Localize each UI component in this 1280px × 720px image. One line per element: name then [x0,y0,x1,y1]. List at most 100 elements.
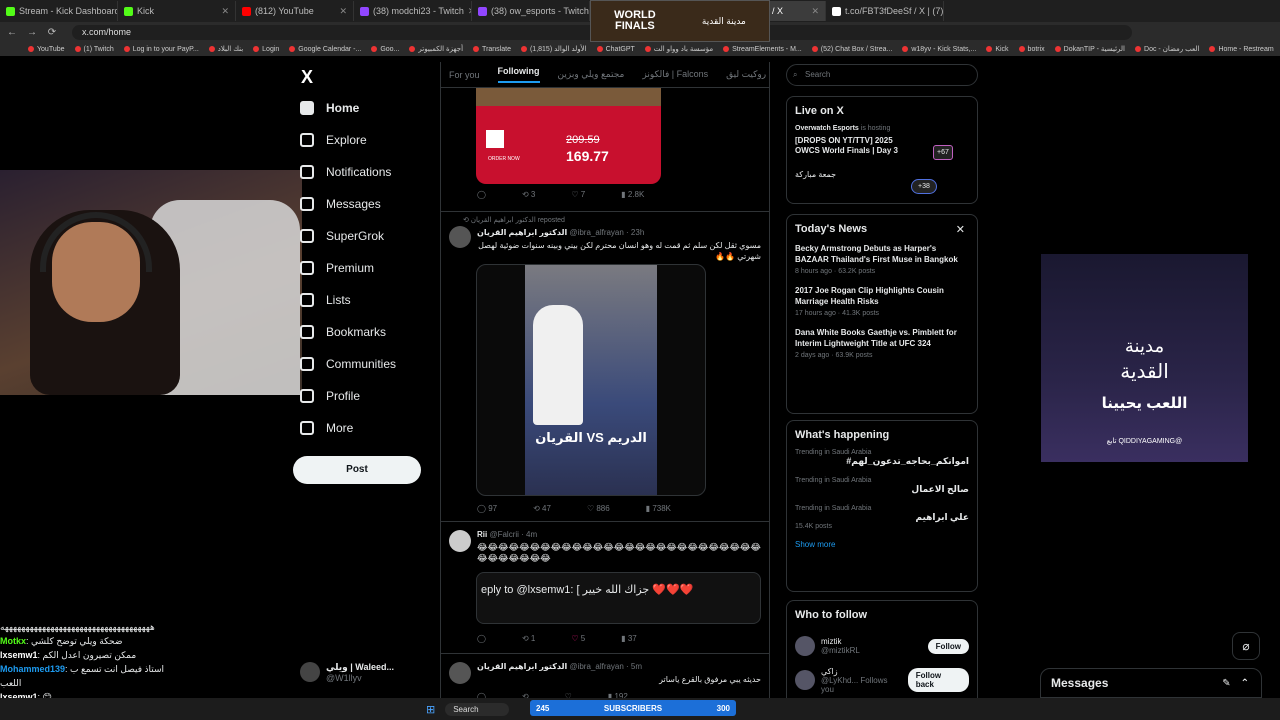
trend-item[interactable]: Trending in Saudi Arabia صالح الاعمال [795,477,969,495]
close-tab-icon[interactable]: ✕ [339,6,347,17]
search-input[interactable]: ⌕ Search [786,64,978,86]
live-stream-link[interactable]: جمعة مباركة [795,170,969,179]
news-item[interactable]: Dana White Books Gaethje vs. Pimblett fo… [795,327,969,359]
live-stream-link[interactable]: [DROPS ON YT/TTV] 2025 OWCS World Finals… [795,136,915,156]
timeline-tab[interactable]: روكيت ليق | RL [726,69,769,80]
bookmark-item[interactable]: DokanTIP - الرئيسية [1054,45,1125,53]
tweet-image[interactable]: ORDER NOW 209.59 169.77 [476,88,661,184]
bookmark-item[interactable]: مؤسسة باد وواو الت [644,45,713,53]
sidebar-item-communities[interactable]: Communities [293,348,433,380]
windows-icon[interactable]: ⊞ [426,703,435,716]
close-tab-icon[interactable]: ✕ [811,6,819,17]
follow-suggestion[interactable]: زاكي @LyKhd... Follows you Follow back [795,663,969,697]
views-button[interactable]: ▮ 37 [621,634,637,643]
bookmark-item[interactable]: أجهزة الكمبيوتر [409,45,463,53]
chat-username[interactable]: Motkx [0,636,26,646]
bookmark-item[interactable]: (1) Twitch [74,46,114,53]
messages-drawer[interactable]: Messages ✎ ⌃ [1040,668,1262,698]
avatar[interactable] [449,226,471,248]
bookmark-item[interactable]: (1,815) الأولد الوالد [520,45,587,53]
news-item[interactable]: Becky Armstrong Debuts as Harper's BAZAA… [795,243,969,275]
compose-icon[interactable]: ✎ [1222,678,1230,689]
bookmark-item[interactable]: (52) Chat Box / Strea... [811,46,892,53]
tweet-video[interactable]: القريان VS الدريم [476,264,706,496]
trend-item[interactable]: Trending in Saudi Arabia #اموانكم_بحاجه_ت… [795,449,969,467]
timeline-tab[interactable]: فالكونز | Falcons [642,69,708,80]
close-icon[interactable]: ✕ [956,223,965,236]
sidebar-item-messages[interactable]: Messages [293,188,433,220]
tweet-author[interactable]: الدكتور ابراهيم القريان [477,662,567,671]
tweet[interactable]: الدكتور ابراهيم القريان @ibra_alfrayan ·… [441,654,769,698]
bookmark-item[interactable]: Kick [986,46,1009,53]
chat-username[interactable]: lxsemw1 [0,650,38,660]
account-switcher[interactable]: ويلي | Waleed... @W1llyv [300,658,434,686]
sidebar-item-more[interactable]: More [293,412,433,444]
post-button[interactable]: Post [293,456,421,484]
timeline-tab[interactable]: Following [497,66,540,83]
back-icon[interactable]: ← [6,27,18,38]
reply-button[interactable]: ◯ 97 [477,504,497,513]
bookmark-item[interactable]: Doc - العب رمضان [1135,45,1199,53]
tweet[interactable]: ORDER NOW 209.59 169.77 ◯ ⟲ 3 ♡ 7 ▮ 2.8K [441,88,769,212]
avatar[interactable] [795,636,815,656]
avatar[interactable] [795,670,815,690]
x-logo-icon[interactable]: X [293,62,433,92]
reply-button[interactable]: ◯ [477,190,486,199]
sidebar-item-notifications[interactable]: Notifications [293,156,433,188]
timeline-tab[interactable]: مجتمع ويلي وبزين [558,69,625,80]
tweet[interactable]: Rii @Falcrii · 4m 😂😂😂😂😂😂😂😂😂😂😂😂😂😂😂😂😂😂😂😂😂😂… [441,522,769,654]
news-item[interactable]: 2017 Joe Rogan Clip Highlights Cousin Ma… [795,285,969,317]
tweet-author[interactable]: Rii [477,530,487,539]
bookmark-item[interactable]: ChatGPT [596,46,635,53]
sidebar-item-supergrok[interactable]: SuperGrok [293,220,433,252]
sidebar-item-lists[interactable]: Lists [293,284,433,316]
sidebar-item-explore[interactable]: Explore [293,124,433,156]
repost-button[interactable]: ⟲ 1 [522,634,535,643]
repost-button[interactable]: ⟲ 47 [533,504,551,513]
chat-username[interactable]: Mohammed139 [0,664,65,674]
bookmark-item[interactable]: Login [253,46,279,53]
tweet-author[interactable]: الدكتور ابراهيم القريان [477,228,567,237]
views-button[interactable]: ▮ 2.8K [621,190,644,199]
trend-item[interactable]: Trending in Saudi Arabia علي ابراهيم 15.4K… [795,505,969,530]
bookmark-item[interactable]: w18yv - Kick Stats,... [902,46,976,53]
reply-button[interactable]: ◯ [477,634,486,643]
bookmark-item[interactable]: botrix [1018,46,1045,53]
like-button[interactable]: ♡ 5 [571,634,585,643]
bookmark-item[interactable]: Goo... [371,46,399,53]
browser-tab[interactable]: Stream - Kick Dashboard✕ [0,1,118,21]
tweet[interactable]: ⟲ الدكتور ابراهيم القريان reposted الدكت… [441,212,769,522]
browser-tab[interactable]: t.co/FBT3fDeeSf / X | (7) ويلي✕ [826,1,944,21]
bookmark-item[interactable]: بنك البلاد [208,45,243,53]
sidebar-item-bookmarks[interactable]: Bookmarks [293,316,433,348]
browser-tab[interactable]: (38) modchi23 - Twitch✕ [354,1,472,21]
grok-icon[interactable]: ⌀ [1232,632,1260,660]
avatar[interactable] [449,662,471,684]
repost-button[interactable]: ⟲ 3 [522,190,535,199]
tweet-image[interactable]: eply to @lxsemw1: [ جزاك الله خيير ❤️❤️❤… [476,572,761,624]
forward-icon[interactable]: → [26,27,38,38]
follow-suggestion[interactable]: miztik @miztikRL Follow [795,629,969,663]
browser-tab[interactable]: (812) YouTube ✕ [236,1,354,21]
follow-button[interactable]: Follow [927,638,969,654]
browser-tab[interactable]: (38) ow_esports - Twitch✕ [472,1,590,21]
close-tab-icon[interactable]: ✕ [221,6,229,17]
bookmark-item[interactable]: YouTube [28,46,65,53]
sidebar-item-premium[interactable]: Premium [293,252,433,284]
bookmark-item[interactable]: StreamElements - M... [723,46,802,53]
sidebar-item-home[interactable]: Home [293,92,433,124]
bookmark-item[interactable]: Log in to your PayP... [123,46,199,53]
like-button[interactable]: ♡ 886 [587,504,610,513]
avatar[interactable] [449,530,471,552]
like-button[interactable]: ♡ 7 [571,190,585,199]
reload-icon[interactable]: ⟳ [46,27,58,38]
taskbar-search[interactable]: Search [445,702,509,716]
sidebar-item-profile[interactable]: Profile [293,380,433,412]
show-more-link[interactable]: Show more [795,540,969,549]
timeline-tab[interactable]: For you [449,70,480,80]
follow-button[interactable]: Follow back [907,668,969,692]
bookmark-item[interactable]: Home - Restream [1209,46,1274,53]
bookmark-item[interactable]: Google Calendar -... [289,46,361,53]
chevron-up-icon[interactable]: ⌃ [1241,678,1249,689]
browser-tab[interactable]: Kick ✕ [118,1,236,21]
